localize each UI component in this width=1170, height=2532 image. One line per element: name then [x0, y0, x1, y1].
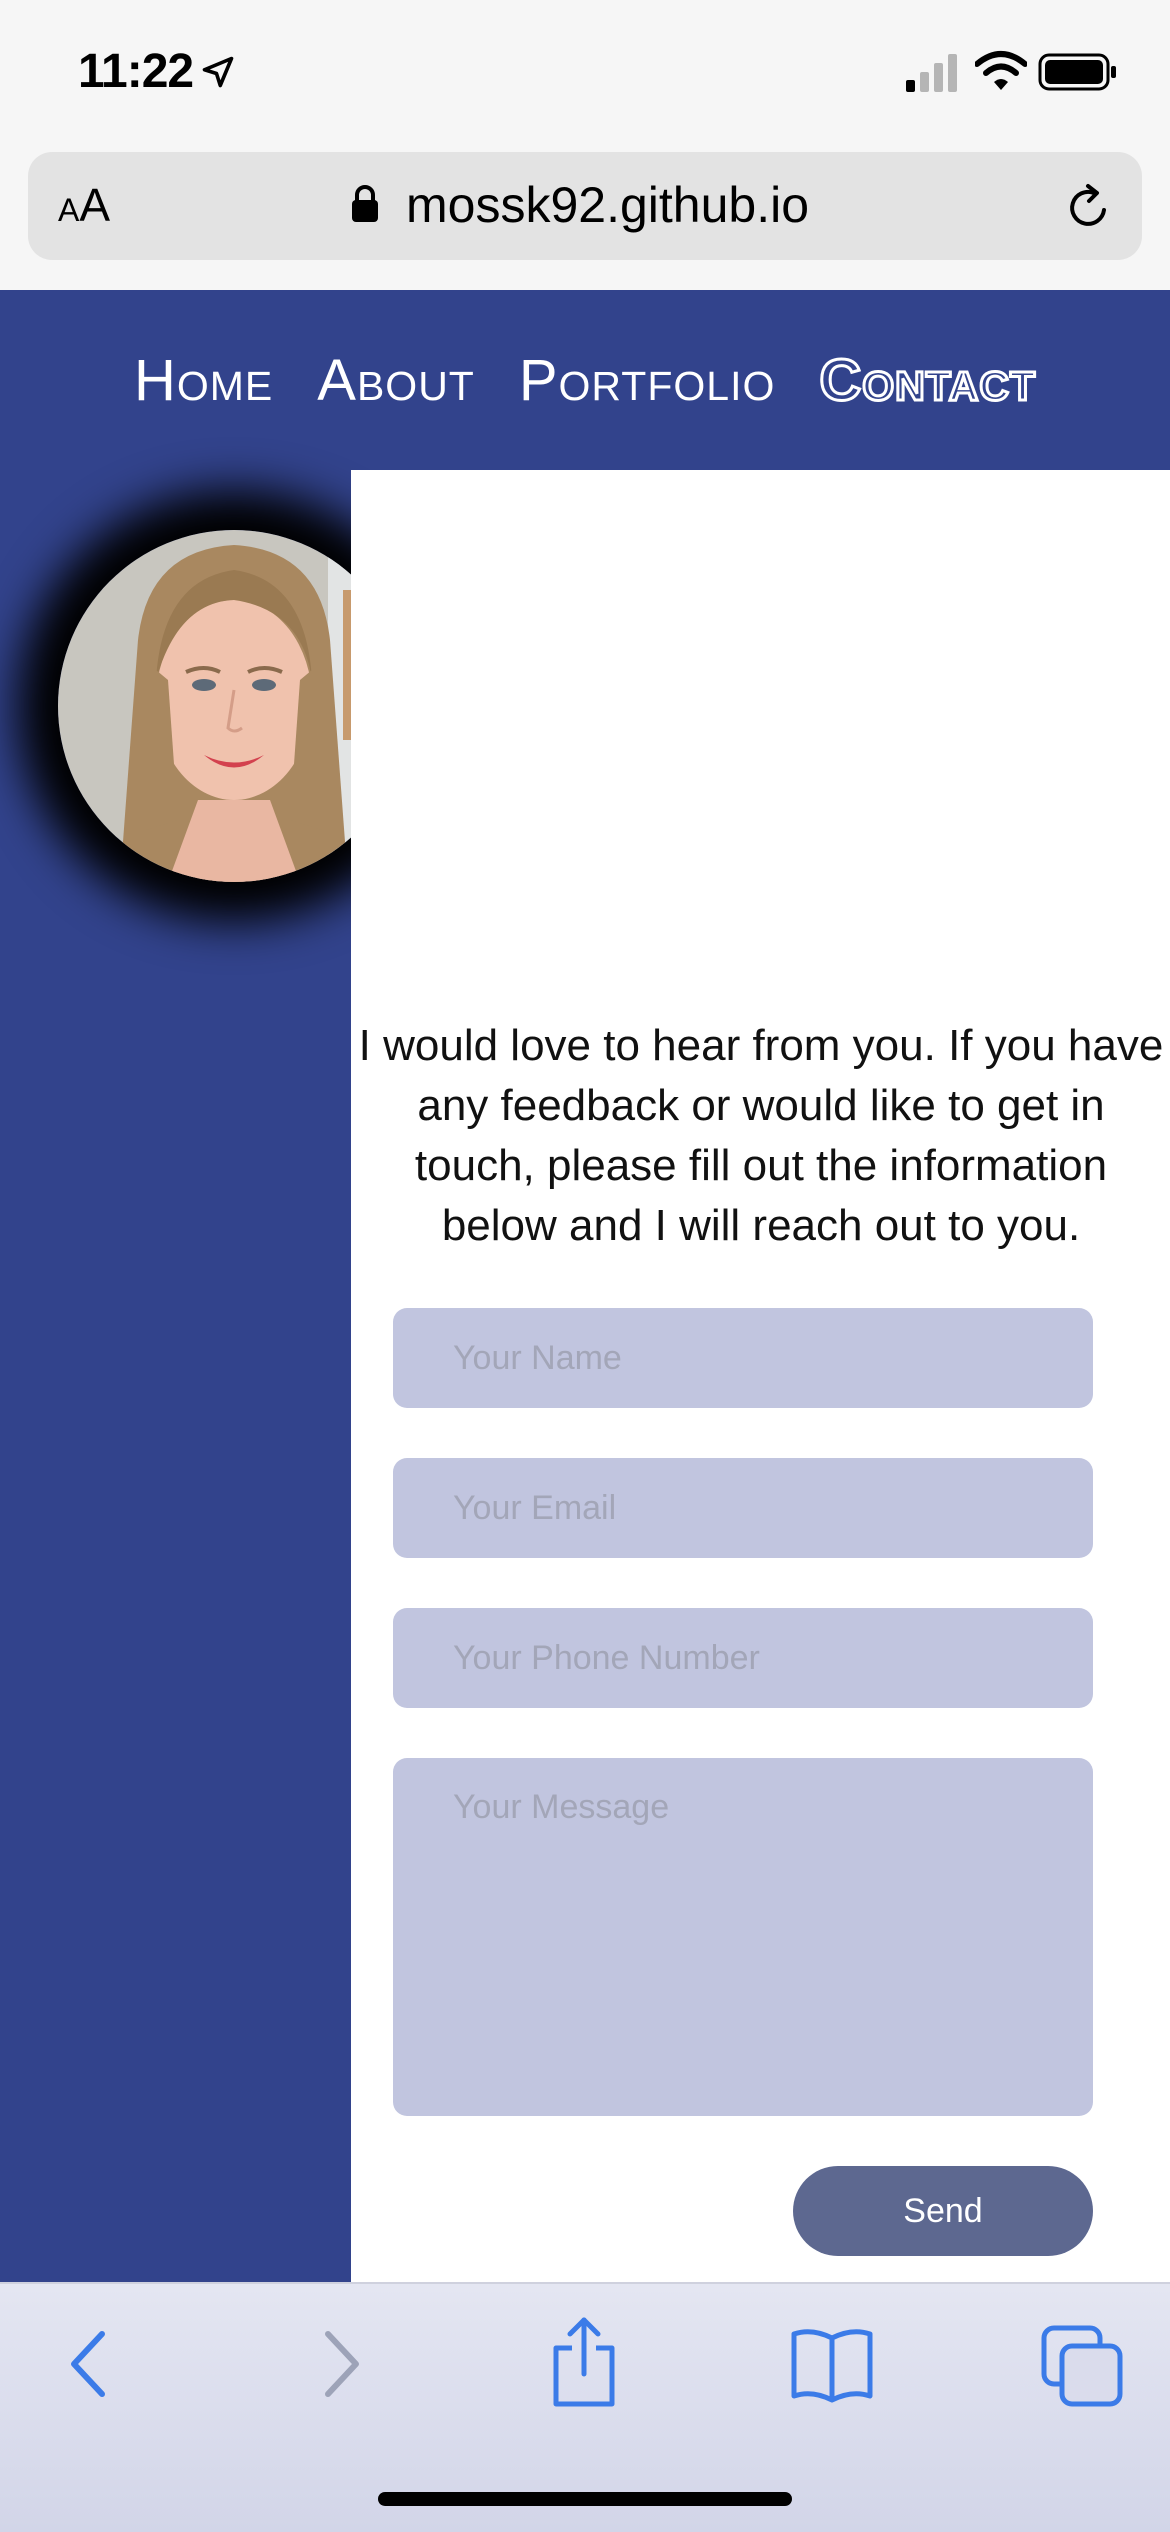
nav-home[interactable]: Home: [134, 347, 273, 414]
web-page: Home About Portfolio Contact I would lov…: [0, 290, 1170, 2282]
cellular-signal-icon: [906, 54, 957, 92]
forward-icon[interactable]: [316, 2324, 366, 2404]
status-bar: 11:22: [0, 0, 1170, 150]
battery-icon: [1038, 53, 1116, 91]
contact-intro-text: I would love to hear from you. If you ha…: [358, 1021, 1164, 1250]
message-textarea[interactable]: [393, 1758, 1093, 2116]
bookmarks-icon[interactable]: [790, 2324, 874, 2404]
nav-about[interactable]: About: [317, 347, 475, 414]
reader-aa-button[interactable]: AA: [58, 178, 110, 232]
contact-panel: I would love to hear from you. If you ha…: [351, 470, 1170, 2282]
send-button[interactable]: Send: [793, 2166, 1093, 2256]
address-bar[interactable]: AA mossk92.github.io: [28, 152, 1142, 260]
site-nav: Home About Portfolio Contact: [0, 290, 1170, 470]
nav-contact[interactable]: Contact: [818, 346, 1037, 414]
nav-portfolio[interactable]: Portfolio: [519, 347, 776, 414]
home-indicator: [378, 2492, 792, 2506]
tabs-icon[interactable]: [1040, 2324, 1124, 2408]
email-input[interactable]: [393, 1458, 1093, 1558]
share-icon[interactable]: [548, 2314, 620, 2410]
phone-input[interactable]: [393, 1608, 1093, 1708]
reload-icon[interactable]: [1064, 182, 1114, 232]
url-text[interactable]: mossk92.github.io: [406, 176, 809, 234]
back-icon[interactable]: [64, 2324, 114, 2404]
wifi-icon: [975, 51, 1027, 90]
location-arrow-icon: [202, 56, 234, 88]
status-time: 11:22: [78, 45, 194, 98]
browser-toolbar: [0, 2282, 1170, 2532]
lock-icon: [352, 185, 378, 222]
name-input[interactable]: [393, 1308, 1093, 1408]
